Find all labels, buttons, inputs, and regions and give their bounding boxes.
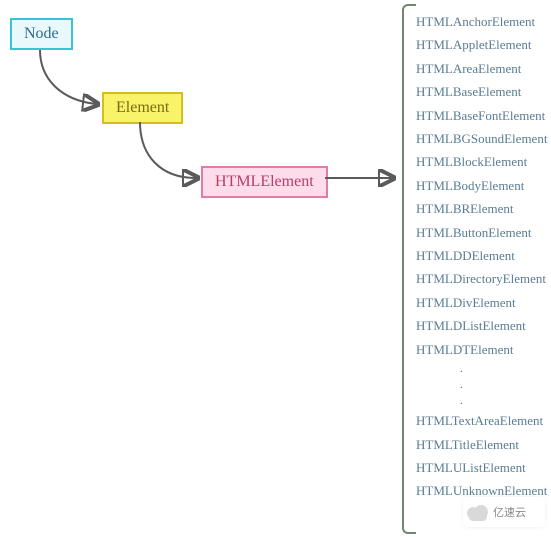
list-item: HTMLAnchorElement (416, 10, 551, 33)
html-element-list: HTMLAnchorElement HTMLAppletElement HTML… (416, 10, 551, 503)
watermark: 亿速云 (463, 497, 545, 527)
ellipsis-dots: . . . (416, 361, 551, 409)
list-item: HTMLBGSoundElement (416, 127, 551, 150)
list-item: HTMLTextAreaElement (416, 409, 551, 432)
list-item: HTMLBodyElement (416, 174, 551, 197)
list-item: HTMLDListElement (416, 314, 551, 337)
list-item: HTMLTitleElement (416, 433, 551, 456)
list-item: HTMLBRElement (416, 197, 551, 220)
bracket (402, 4, 416, 534)
list-item: HTMLUListElement (416, 456, 551, 479)
list-item: HTMLDTElement (416, 338, 551, 361)
list-item: HTMLDirectoryElement (416, 267, 551, 290)
node-box-node: Node (10, 18, 73, 50)
watermark-text: 亿速云 (493, 504, 526, 520)
list-item: HTMLDivElement (416, 291, 551, 314)
list-item: HTMLDDElement (416, 244, 551, 267)
cloud-icon (467, 504, 489, 520)
list-item: HTMLBlockElement (416, 150, 551, 173)
list-item: HTMLAreaElement (416, 57, 551, 80)
list-item: HTMLBaseElement (416, 80, 551, 103)
node-box-element: Element (102, 92, 183, 124)
list-item: HTMLBaseFontElement (416, 104, 551, 127)
list-item: HTMLAppletElement (416, 33, 551, 56)
node-box-htmlelement: HTMLElement (201, 166, 328, 198)
list-item: HTMLButtonElement (416, 221, 551, 244)
